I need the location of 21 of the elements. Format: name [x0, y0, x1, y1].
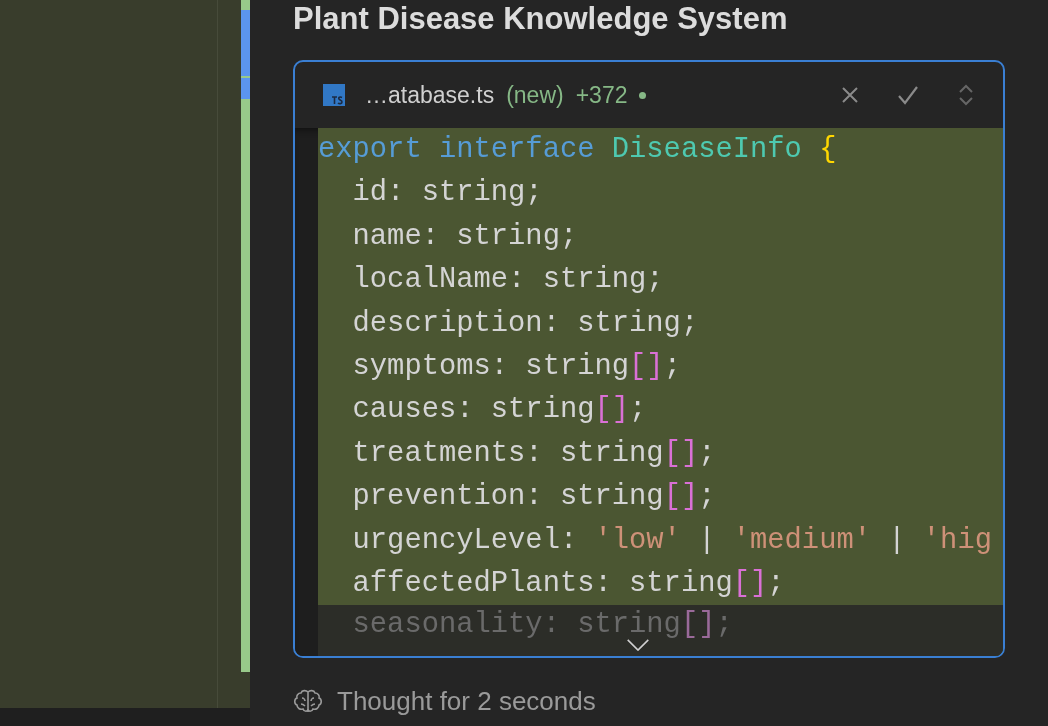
file-status: (new) [506, 81, 564, 109]
code-line: affectedPlants: string[]; [351, 565, 786, 602]
thought-duration-label[interactable]: Thought for 2 seconds [337, 686, 596, 717]
dot-icon [639, 91, 647, 99]
code-line: id: string; [351, 175, 544, 212]
brain-icon [293, 688, 323, 715]
code-line: treatments: string[]; [351, 435, 717, 472]
code-line: export interface DiseaseInfo { [318, 132, 838, 168]
file-name[interactable]: …atabase.ts [365, 81, 495, 109]
code-line: localName: string; [351, 262, 665, 299]
checkmark-icon[interactable] [897, 84, 919, 106]
code-line: name: string; [351, 218, 579, 255]
code-line: causes: string[]; [351, 392, 648, 429]
section-heading: Plant Disease Knowledge System [293, 3, 788, 34]
code-line: symptoms: string[]; [351, 348, 682, 385]
added-lines-count: +372 [575, 81, 628, 109]
typescript-file-icon [323, 84, 345, 106]
code-line: urgencyLevel: 'low' | 'medium' | 'hig [351, 522, 993, 559]
chevron-down-icon[interactable] [625, 639, 650, 652]
code-line: prevention: string[]; [351, 479, 717, 516]
code-line: description: string; [351, 305, 700, 342]
